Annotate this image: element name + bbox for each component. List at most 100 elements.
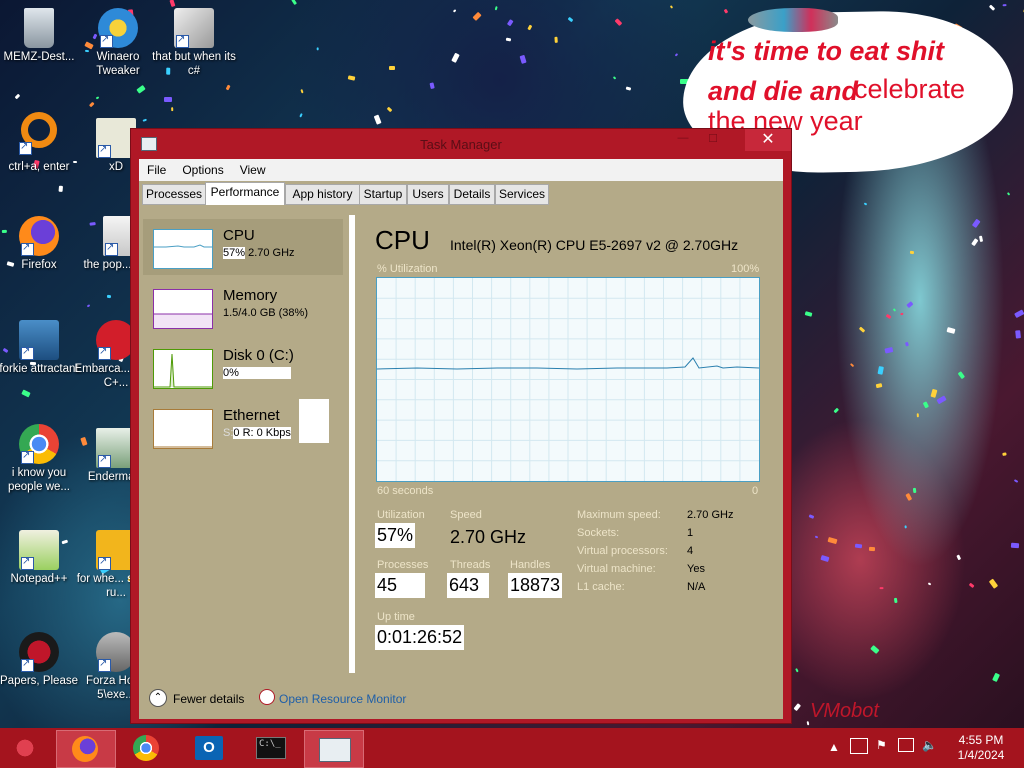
- taskbar-chrome[interactable]: [118, 730, 176, 766]
- clock-time: 4:55 PM: [958, 733, 1004, 747]
- tab-app-history[interactable]: App history: [285, 184, 360, 205]
- desktop-icon-label: Winaero Tweaker: [96, 51, 140, 77]
- confetti-piece: [1013, 478, 1019, 483]
- tab-bar: Processes Performance App history Startu…: [139, 181, 783, 206]
- volume-muted-icon[interactable]: 🔈: [922, 738, 937, 752]
- confetti-piece: [505, 37, 511, 42]
- menu-view[interactable]: View: [232, 159, 274, 177]
- resource-ethernet[interactable]: Ethernet S:0 R: 0 Kbps: [143, 399, 343, 455]
- uptime-value: 0:01:26:52: [375, 625, 465, 650]
- confetti-piece: [526, 24, 533, 31]
- tab-services[interactable]: Services: [495, 184, 549, 205]
- confetti-piece: [970, 237, 979, 247]
- confetti-piece: [519, 54, 527, 65]
- notepadpp-icon: [19, 530, 59, 570]
- monitor-icon[interactable]: [898, 738, 914, 752]
- confetti-piece: [946, 326, 956, 334]
- tab-users[interactable]: Users: [407, 184, 449, 205]
- confetti-piece: [669, 4, 674, 9]
- chrome-icon: [19, 424, 59, 464]
- desktop-icon-firefox[interactable]: Firefox: [0, 216, 81, 272]
- desktop-icon-label: i know you people we...: [7, 467, 70, 493]
- confetti-piece: [506, 19, 514, 28]
- taskbar-firefox[interactable]: [56, 730, 116, 768]
- desktop-icon-notepadpp[interactable]: Notepad++: [0, 530, 81, 586]
- desktop-icon-chrome[interactable]: i know you people we...: [0, 424, 81, 494]
- resource-monitor-icon[interactable]: [259, 689, 275, 705]
- desktop-icon-forkie[interactable]: forkie attractant: [0, 320, 81, 376]
- menu-file[interactable]: File: [139, 159, 174, 177]
- tab-processes[interactable]: Processes: [142, 184, 206, 205]
- desktop-icon-ctrl-a[interactable]: ctrl+a, enter: [0, 112, 81, 174]
- tab-performance[interactable]: Performance: [205, 182, 285, 205]
- tab-details[interactable]: Details: [449, 184, 495, 205]
- close-button[interactable]: ✕: [745, 129, 791, 151]
- confetti-piece: [1002, 3, 1007, 7]
- tab-startup[interactable]: Startup: [359, 184, 407, 205]
- minimize-button[interactable]: —: [671, 132, 695, 146]
- confetti-piece: [170, 107, 174, 112]
- resource-name: Disk 0 (C:): [223, 347, 294, 364]
- open-resource-monitor-link[interactable]: Open Resource Monitor: [279, 692, 406, 706]
- taskbar-outlook[interactable]: O: [180, 730, 238, 766]
- resource-list-scrollbar[interactable]: [349, 215, 355, 673]
- confetti-piece: [793, 702, 801, 711]
- graph-y-max: 100%: [731, 263, 760, 275]
- task-manager-window[interactable]: Task Manager — ☐ ✕ File Options View Proce…: [130, 128, 792, 724]
- confetti-piece: [1015, 330, 1022, 339]
- confetti-piece: [1011, 542, 1020, 549]
- clock[interactable]: 4:55 PM 1/4/2024: [948, 733, 1014, 763]
- chevron-up-icon[interactable]: ⌃: [149, 689, 167, 707]
- resource-cpu[interactable]: CPU 57% 2.70 GHz: [143, 219, 343, 275]
- confetti-piece: [880, 587, 884, 590]
- desktop-icon-winaero[interactable]: Winaero Tweaker: [76, 8, 160, 78]
- max-speed-label: Maximum speed:: [577, 509, 661, 521]
- taskbar-task-manager[interactable]: [304, 730, 364, 768]
- desktop-icon-label: Firefox: [21, 259, 57, 271]
- ethernet-sub-prefix: S:: [223, 427, 234, 439]
- desktop-icon-csharp[interactable]: that but when its c#: [152, 8, 236, 78]
- confetti-piece: [59, 185, 64, 192]
- fewer-details-button[interactable]: Fewer details: [173, 692, 244, 706]
- confetti-piece: [14, 93, 21, 99]
- desktop-icon-papers-please[interactable]: Papers, Please: [0, 632, 81, 688]
- confetti-piece: [904, 524, 907, 529]
- network-icon[interactable]: [850, 738, 868, 754]
- confetti-piece: [855, 543, 863, 549]
- resource-disk[interactable]: Disk 0 (C:) 0%: [143, 339, 343, 395]
- disk-thumbnail-graph: [153, 349, 213, 389]
- memory-sub-value: 1.5/4.0 GB (38%): [223, 307, 308, 319]
- firefox-icon: [19, 216, 59, 256]
- confetti-piece: [674, 53, 678, 57]
- cpu-heading: CPU: [375, 225, 430, 255]
- confetti-piece: [971, 218, 981, 229]
- confetti-piece: [472, 12, 482, 22]
- resource-memory[interactable]: Memory 1.5/4.0 GB (38%): [143, 279, 343, 335]
- utilization-value: 57%: [375, 523, 416, 548]
- threads-label: Threads: [450, 559, 491, 571]
- meme-line-1: it's time to eat shit: [708, 36, 944, 66]
- title-bar[interactable]: Task Manager — ☐ ✕: [131, 129, 791, 159]
- confetti-piece: [614, 18, 623, 27]
- confetti-piece: [978, 235, 984, 242]
- confetti-piece: [290, 0, 297, 6]
- ethernet-sub-value: S:0 R: 0 Kbps: [223, 427, 291, 439]
- menu-options[interactable]: Options: [174, 159, 231, 177]
- threads-value: 643: [447, 573, 489, 598]
- flag-icon[interactable]: ⚑: [876, 738, 887, 752]
- start-button[interactable]: [10, 734, 40, 762]
- confetti-piece: [450, 52, 460, 63]
- confetti-piece: [834, 407, 840, 413]
- graph-time-label: 60 seconds: [377, 485, 434, 497]
- maximize-button[interactable]: ☐: [701, 132, 725, 146]
- desktop-icon-memz[interactable]: MEMZ-Dest...: [0, 8, 81, 64]
- confetti-piece: [968, 582, 975, 589]
- wallpaper-watermark: VMobot: [810, 700, 879, 722]
- handles-label: Handles: [510, 559, 551, 571]
- confetti-piece: [875, 383, 883, 389]
- show-hidden-icons-button[interactable]: ▲: [828, 740, 840, 754]
- sockets-value: 1: [687, 527, 694, 539]
- virtual-processors-value: 4: [687, 545, 694, 557]
- virtual-machine-value: Yes: [687, 563, 705, 575]
- taskbar-cmd[interactable]: C:\_: [242, 730, 300, 766]
